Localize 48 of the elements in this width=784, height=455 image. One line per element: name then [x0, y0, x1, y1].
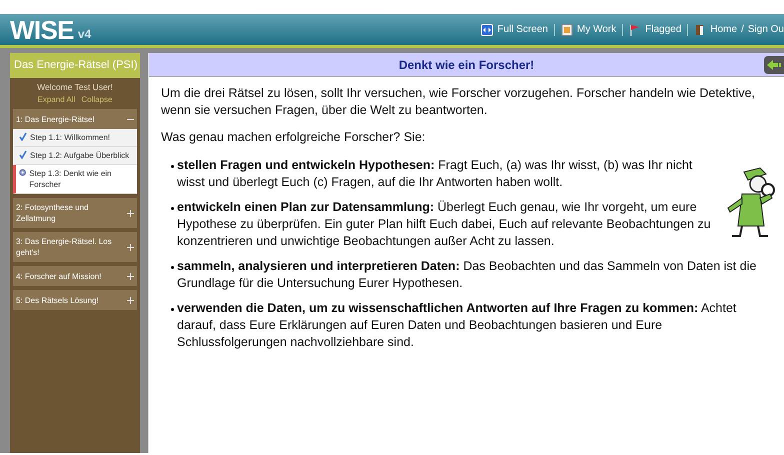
- bullet-text: verwenden die Daten, um zu wissenschaftlichen Antworten auf Ihre Fragen zu kommen: Achtet darauf, dass Eure Erklärungen auf Euren Daten und Beobachtungen basieren und Eure Schlussfolgerungen nachvollziehbare sind.: [177, 300, 738, 351]
- bullet-text: sammeln, analysieren und interpretieren Daten: Das Beobachten und das Sammeln von Daten ist die Grundlage für die Untersuchung Eurer Hypothesen.: [177, 258, 758, 292]
- separator-text: /: [741, 23, 744, 37]
- logo: WISE: [10, 16, 74, 42]
- unit-header[interactable]: 2: Fotosynthese und Zellatmung: [13, 198, 137, 228]
- bullet-icon: [171, 207, 174, 210]
- fullscreen-icon[interactable]: [481, 24, 494, 36]
- bullet-icon: [171, 266, 174, 269]
- unit-header[interactable]: 4: Forscher auf Mission!: [13, 266, 137, 286]
- expand-all-link[interactable]: Expand All: [38, 94, 76, 106]
- bullet-text: entwickeln einen Plan zur Datensammlung: Überlegt Euch genau, wie Ihr vorgeht, um eure Hypothese zu überprüfen. Ein guter Plan hilft Euch dabei, Euch auf relevante Beobachtungen zu konzentrieren und unwichtige Beobachtungen außer Acht zu lassen.: [177, 199, 712, 250]
- flag-icon[interactable]: [629, 24, 642, 36]
- step-item[interactable]: Step 1.1: Willkommen!: [13, 129, 137, 148]
- version-label: v4: [78, 26, 92, 42]
- paragraph: Um die drei Rätsel zu lösen, sollt Ihr versuchen, wie Forscher vorzugehen. Forscher handeln wie Detektive, wenn sie versuchen Fragen, über die Welt zu beantworten.: [161, 85, 756, 119]
- bullet-text: stellen Fragen und entwickeln Hypothesen: Fragt Euch, (a) was Ihr wisst, (b) was Ihr nicht wisst und überlegt Euch (c) Fragen, auf die Ihr Antworten haben wollt.: [177, 157, 694, 191]
- step-title: Step 1.2: Aufgabe Überblick: [30, 150, 130, 162]
- unit-title: 1: Das Energie-Rätsel: [16, 114, 96, 125]
- bullet-icon: [171, 308, 174, 311]
- step-item[interactable]: Step 1.2: Aufgabe Überblick: [13, 147, 137, 166]
- plus-icon[interactable]: [127, 244, 134, 251]
- header-link[interactable]: Home: [710, 22, 738, 37]
- unit-title: 3: Das Energie-Rätsel. Los geht's!: [16, 236, 113, 258]
- unit-header[interactable]: 5: Des Rätsels Lösung!: [13, 290, 137, 310]
- plus-icon[interactable]: [127, 272, 134, 280]
- plus-icon[interactable]: [127, 210, 134, 217]
- notebook-icon[interactable]: [560, 24, 573, 36]
- unit-title: 4: Forscher auf Mission!: [16, 270, 102, 282]
- welcome-text: Welcome Test User!: [37, 80, 113, 94]
- plus-icon[interactable]: [127, 296, 134, 304]
- header-link[interactable]: My Work: [576, 22, 616, 37]
- step-title: Denkt wie ein Forscher!: [398, 56, 534, 74]
- unit-title: 2: Fotosynthese und Zellatmung: [16, 202, 90, 224]
- step-item[interactable]: Step 1.3: Denkt wie ein Forscher: [13, 165, 137, 194]
- step-title: Step 1.1: Willkommen!: [30, 132, 110, 144]
- step-title: Step 1.3: Denkt wie ein Forscher: [29, 168, 112, 190]
- unit-header[interactable]: 3: Das Energie-Rätsel. Los geht's!: [13, 232, 137, 262]
- unit-title: 5: Des Rätsels Lösung!: [16, 294, 100, 306]
- navigation-arrows-icon[interactable]: [764, 56, 784, 74]
- header-link[interactable]: Sign Ou: [748, 22, 784, 37]
- project-title: Das Energie-Rätsel (PSI): [10, 53, 140, 78]
- header-link[interactable]: Full Screen: [497, 22, 548, 37]
- paragraph: Was genau machen erfolgreiche Forscher? Sie:: [161, 129, 426, 146]
- collapse-link[interactable]: Collapse: [81, 94, 112, 106]
- unit-header[interactable]: 1: Das Energie-Rätsel: [13, 109, 137, 130]
- bullet-icon: [171, 165, 174, 168]
- gear-icon: [19, 168, 26, 178]
- header-link[interactable]: Flagged: [645, 22, 682, 37]
